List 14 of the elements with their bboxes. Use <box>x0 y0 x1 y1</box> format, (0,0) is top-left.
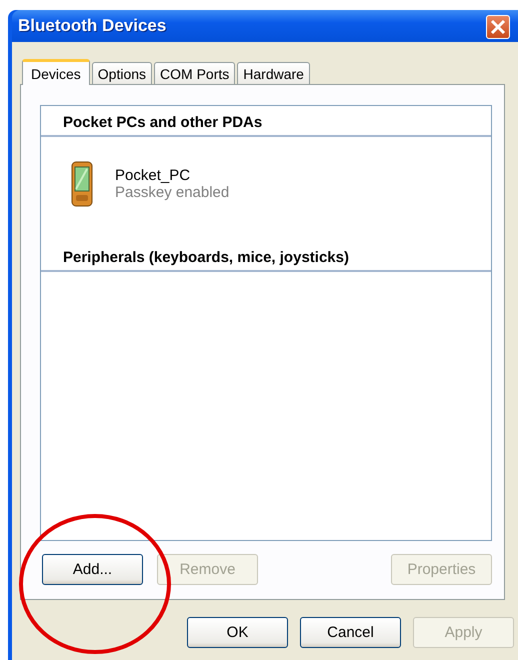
group-header: Pocket PCs and other PDAs <box>41 114 491 137</box>
close-button[interactable] <box>486 15 510 39</box>
tab[interactable]: Devices <box>22 59 90 85</box>
dialog-button[interactable]: Cancel <box>300 617 401 648</box>
window-title: Bluetooth Devices <box>18 16 166 36</box>
pda-icon <box>71 161 93 207</box>
tab[interactable]: Options <box>92 62 152 84</box>
dialog-button[interactable]: OK <box>187 617 288 648</box>
device-name[interactable]: Pocket_PC <box>115 167 230 184</box>
device-status: Passkey enabled <box>115 184 230 201</box>
group-header: Peripherals (keyboards, mice, joysticks) <box>41 249 491 272</box>
tab[interactable]: Hardware <box>237 62 310 84</box>
tab[interactable]: COM Ports <box>154 62 236 84</box>
add-button[interactable]: Add... <box>42 554 143 585</box>
